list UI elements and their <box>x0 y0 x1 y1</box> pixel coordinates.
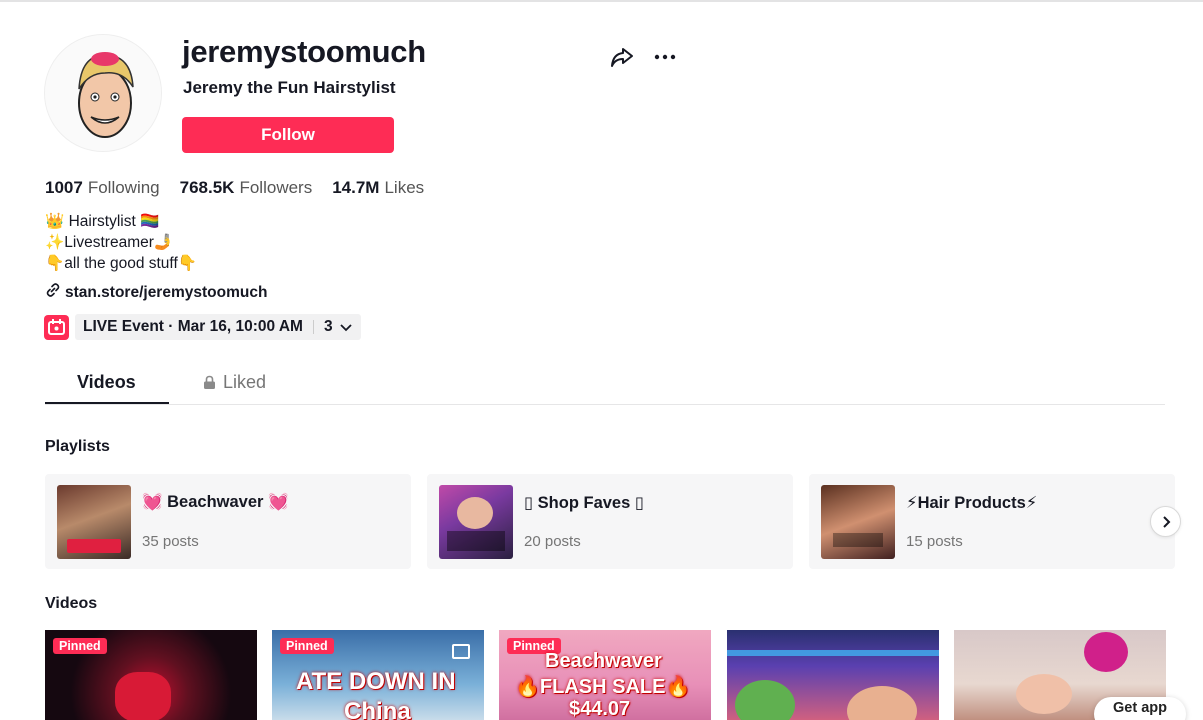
pinned-badge: Pinned <box>280 638 334 654</box>
likes-stat: 14.7M Likes <box>332 178 424 198</box>
playlist-title: ▯ Shop Faves ▯ <box>524 494 644 512</box>
bio-link-text: stan.store/jeremystoomuch <box>65 283 268 301</box>
lock-icon <box>202 375 217 390</box>
active-tab-indicator <box>45 402 169 404</box>
playlist-card[interactable]: ▯ Shop Faves ▯ 20 posts <box>427 474 793 569</box>
playlist-thumbnail <box>821 485 895 559</box>
bio-line: 👑 Hairstylist 🏳️‍🌈 <box>45 213 160 230</box>
tab-liked-label: Liked <box>223 372 267 392</box>
playlist-title: ⚡Hair Products⚡ <box>906 494 1038 512</box>
top-border <box>0 0 1203 2</box>
live-event-count: 3 <box>323 318 333 335</box>
video-overlay-text: China <box>344 698 411 720</box>
video-card[interactable] <box>727 630 939 720</box>
pinned-badge: Pinned <box>53 638 107 654</box>
video-card[interactable]: Pinned Beachwaver 🔥FLASH SALE🔥 $44.07 <box>499 630 711 720</box>
video-overlay-text: 🔥FLASH SALE🔥 <box>515 676 691 698</box>
profile-stats: 1007 Following 768.5K Followers 14.7M Likes <box>45 178 424 198</box>
video-overlay-text: ATE DOWN IN <box>296 668 456 695</box>
video-thumbnail-art <box>727 650 939 656</box>
nickname: Jeremy the Fun Hairstylist <box>183 78 396 97</box>
playlist-title: 💓 Beachwaver 💓 <box>142 493 289 511</box>
bio-link[interactable]: stan.store/jeremystoomuch <box>45 282 267 303</box>
playlist-thumbnail <box>57 485 131 559</box>
chevron-right-icon <box>1159 515 1173 529</box>
follow-button[interactable]: Follow <box>182 117 394 153</box>
video-overlay-text: Beachwaver <box>545 650 662 672</box>
playlist-count: 35 posts <box>142 533 199 550</box>
likes-count: 14.7M <box>332 178 380 197</box>
following-label: Following <box>87 178 160 197</box>
playlist-thumbnail <box>439 485 513 559</box>
playlist-count: 20 posts <box>524 533 581 550</box>
followers-stat[interactable]: 768.5K Followers <box>180 178 313 198</box>
video-card[interactable]: Pinned <box>45 630 257 720</box>
divider <box>312 320 314 334</box>
profile-tabs: Videos Liked <box>45 365 1165 405</box>
playlist-card[interactable]: ⚡Hair Products⚡ 15 posts <box>809 474 1175 569</box>
likes-label: Likes <box>384 178 425 197</box>
playlist-next-button[interactable] <box>1150 506 1181 537</box>
video-thumbnail-art <box>1016 674 1072 714</box>
bio: 👑 Hairstylist 🏳️‍🌈 ✨Livestreamer🤳 👇all t… <box>45 211 197 274</box>
playlist-card[interactable]: 💓 Beachwaver 💓 35 posts <box>45 474 411 569</box>
video-thumbnail-art <box>847 686 917 720</box>
link-icon <box>45 282 61 303</box>
bio-line: 👇all the good stuff👇 <box>45 255 198 272</box>
video-overlay-text: $44.07 <box>569 698 631 720</box>
video-thumbnail-art <box>1084 632 1128 672</box>
share-icon[interactable] <box>609 44 635 70</box>
chevron-down-icon <box>339 320 353 334</box>
avatar[interactable] <box>44 34 162 152</box>
calendar-icon <box>44 315 69 340</box>
following-stat[interactable]: 1007 Following <box>45 178 160 198</box>
video-thumbnail-art <box>115 672 171 720</box>
videos-heading: Videos <box>45 595 98 612</box>
image-icon <box>452 644 470 659</box>
video-card[interactable]: Pinned ATE DOWN IN China <box>272 630 484 720</box>
username: jeremystoomuch <box>182 34 426 69</box>
live-event-label: LIVE Event · Mar 16, 10:00 AM <box>83 318 303 335</box>
tab-liked[interactable]: Liked <box>202 372 266 393</box>
video-thumbnail-art <box>735 680 795 720</box>
tab-videos[interactable]: Videos <box>77 372 136 393</box>
followers-label: Followers <box>239 178 313 197</box>
following-count: 1007 <box>45 178 83 197</box>
followers-count: 768.5K <box>179 178 235 197</box>
bio-line: ✨Livestreamer🤳 <box>45 234 174 251</box>
more-options-icon[interactable] <box>652 44 678 70</box>
get-app-button[interactable]: Get app <box>1094 697 1186 720</box>
playlist-count: 15 posts <box>906 533 963 550</box>
live-event-pill[interactable]: LIVE Event · Mar 16, 10:00 AM 3 <box>75 314 361 340</box>
playlists-heading: Playlists <box>45 438 110 455</box>
